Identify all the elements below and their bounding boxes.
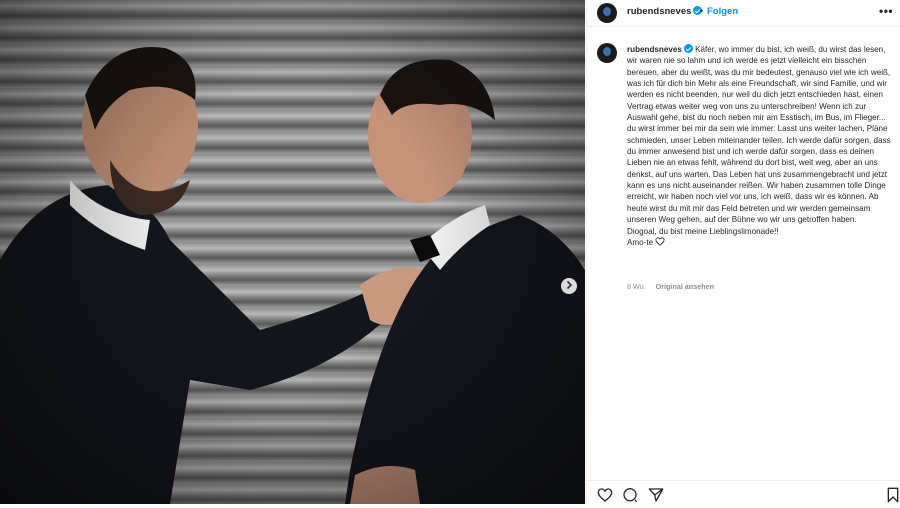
caption-username[interactable]: rubendsneves (627, 45, 682, 54)
heart-outline-icon (655, 237, 665, 246)
verified-badge-icon (683, 44, 693, 53)
post-caption: rubendsneves Käfer, wo immer du bist, ic… (627, 44, 895, 248)
next-photo-button[interactable] (561, 278, 577, 294)
comment-icon[interactable] (622, 487, 638, 503)
header-username[interactable]: rubendsneves (627, 6, 703, 17)
send-icon[interactable] (648, 487, 664, 503)
caption-line-2: Diogoal, du bist meine Lieblingslimonade… (627, 226, 779, 236)
post-photo[interactable] (0, 0, 585, 504)
avatar[interactable] (597, 3, 617, 23)
separator-dot: • (700, 6, 704, 16)
more-options-icon[interactable]: ••• (879, 4, 893, 18)
post-header: rubendsneves • Folgen ••• (587, 0, 900, 27)
post-time: 8 Wo. (627, 282, 646, 291)
photo-vignette (0, 0, 585, 504)
chevron-right-icon (564, 277, 574, 295)
heart-icon[interactable] (597, 487, 613, 503)
action-bar (587, 480, 900, 505)
bookmark-icon[interactable] (885, 487, 900, 503)
caption-text: Käfer, wo immer du bist, ich weiß, du wi… (627, 45, 891, 225)
view-original-link[interactable]: Original ansehen (656, 282, 714, 291)
post-meta: 8 Wo. Original ansehen (627, 282, 714, 291)
post-side-panel: rubendsneves • Folgen ••• rubendsneves K… (586, 0, 900, 504)
follow-button[interactable]: Folgen (707, 6, 738, 17)
caption-line-3: Amo-te (627, 237, 654, 247)
caption-avatar[interactable] (597, 43, 617, 63)
